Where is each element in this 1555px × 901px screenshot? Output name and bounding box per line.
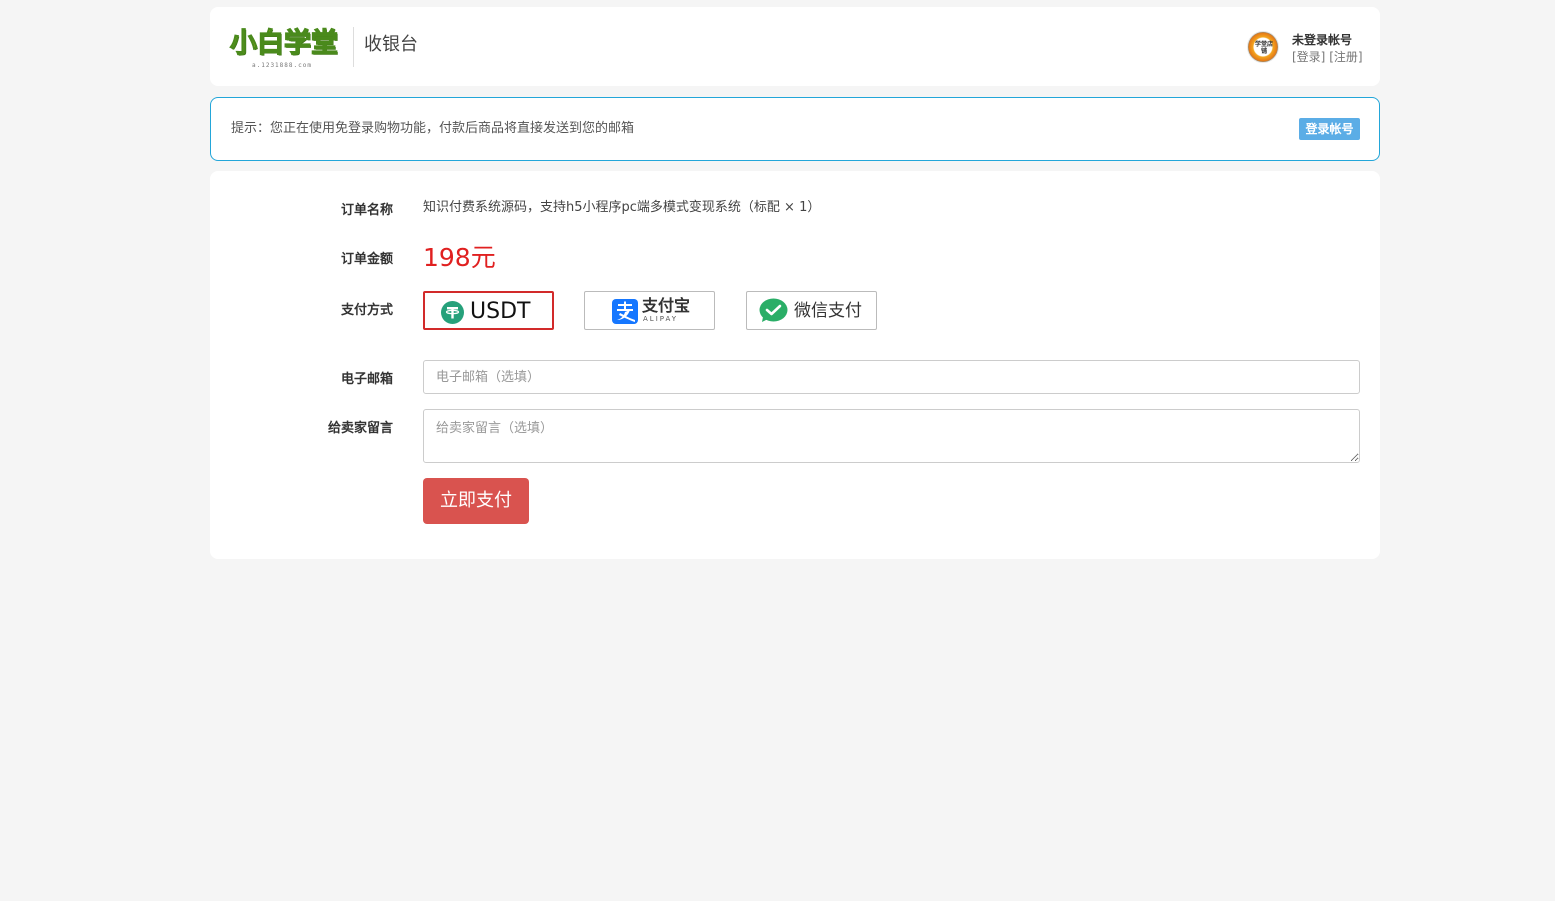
site-logo[interactable]: 小白学堂 a.1231888.com [229,27,344,69]
email-field[interactable] [423,360,1360,394]
logo-subtext: a.1231888.com [252,62,312,69]
message-field[interactable] [423,409,1360,463]
user-links: [登录] [注册] [1292,49,1363,65]
usdt-icon [441,301,464,324]
payment-option-alipay[interactable]: 支付宝 ALIPAY [584,291,715,330]
user-name: 未登录帐号 [1292,33,1353,47]
alipay-icon [612,299,638,324]
message-label: 给卖家留言 [327,421,393,436]
header-bar: 小白学堂 a.1231888.com 收银台 学堂店铺 未登录帐号 [登录] [… [210,7,1380,86]
wechat-label: 微信支付 [794,301,862,321]
order-name-label: 订单名称 [340,203,393,218]
order-amount-label: 订单金额 [340,252,393,267]
login-account-button[interactable]: 登录帐号 [1299,118,1360,140]
pay-now-button[interactable]: 立即支付 [423,478,529,524]
payment-option-wechat[interactable]: 微信支付 [746,291,877,330]
notice-text: 提示：您正在使用免登录购物功能，付款后商品将直接发送到您的邮箱 [231,121,635,136]
alipay-sublabel: ALIPAY [643,315,679,323]
register-link[interactable]: [注册] [1329,50,1362,64]
login-link[interactable]: [登录] [1292,50,1325,64]
notice-banner: 提示：您正在使用免登录购物功能，付款后商品将直接发送到您的邮箱 登录帐号 [210,97,1380,161]
wechat-icon [759,298,788,323]
avatar-text: 学堂店铺 [1255,41,1274,55]
order-amount-value: 198元 [423,243,496,272]
email-label: 电子邮箱 [340,372,393,387]
page-title: 收银台 [364,34,418,55]
order-name-value: 知识付费系统源码，支持h5小程序pc端多模式变现系统（标配 × 1） [423,200,821,215]
payment-option-usdt[interactable]: USDT [423,291,554,330]
usdt-label: USDT [470,299,531,324]
checkout-form: 订单名称 知识付费系统源码，支持h5小程序pc端多模式变现系统（标配 × 1） … [210,171,1380,559]
payment-method-label: 支付方式 [340,303,393,318]
alipay-label: 支付宝 [642,296,691,315]
avatar[interactable]: 学堂店铺 [1247,31,1279,63]
header-divider [353,27,354,67]
logo-text: 小白学堂 [229,27,338,59]
